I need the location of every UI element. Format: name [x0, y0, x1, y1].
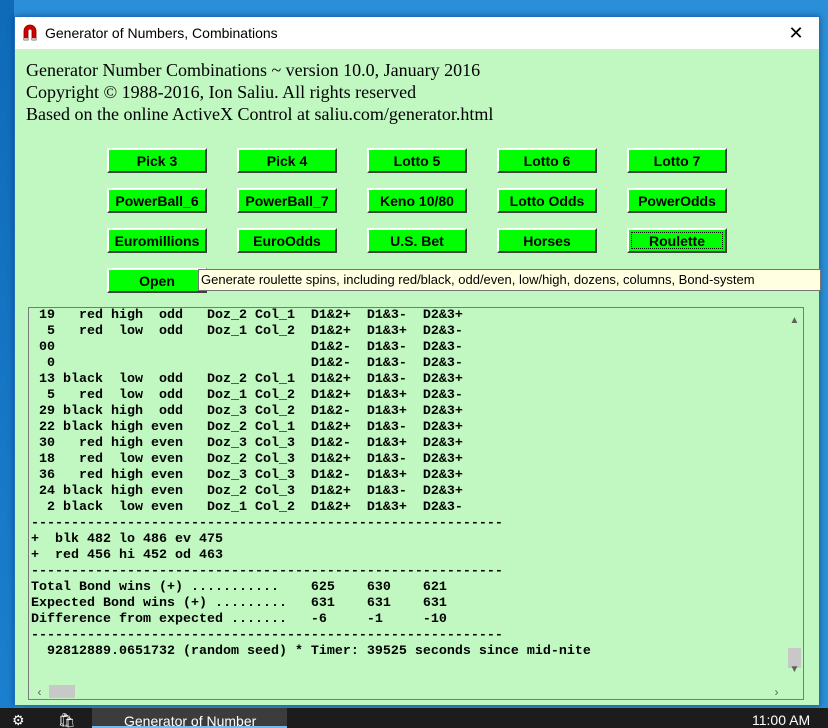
- taskbar-app-button[interactable]: Generator of Number: [92, 708, 287, 728]
- output-line: 22 black high even Doz_2 Col_1 D1&2+ D1&…: [31, 420, 463, 435]
- title-bar[interactable]: Generator of Numbers, Combinations ✕: [15, 17, 819, 49]
- scroll-up-icon[interactable]: ▲: [786, 312, 803, 329]
- output-line: Total Bond wins (+) ........... 625 630 …: [31, 580, 447, 595]
- vertical-scrollbar[interactable]: ▲ ▼: [786, 308, 803, 682]
- horses-button[interactable]: Horses: [497, 228, 597, 253]
- pick3-button[interactable]: Pick 3: [107, 148, 207, 173]
- open-button[interactable]: Open: [107, 268, 207, 293]
- output-line: 5 red low odd Doz_1 Col_2 D1&2+ D1&3+ D2…: [31, 324, 463, 339]
- scroll-right-icon[interactable]: ›: [768, 683, 785, 699]
- output-line: ----------------------------------------…: [31, 516, 503, 531]
- output-line: Expected Bond wins (+) ......... 631 631…: [31, 596, 447, 611]
- scroll-left-icon[interactable]: ‹: [31, 683, 48, 699]
- taskbar-app-label: Generator of Number: [124, 713, 257, 728]
- euro-odds-button[interactable]: EuroOdds: [237, 228, 337, 253]
- header-line-version: Generator Number Combinations ~ version …: [26, 60, 481, 80]
- gear-icon[interactable]: ⚙: [12, 712, 28, 728]
- horizontal-scroll-thumb[interactable]: [49, 685, 75, 698]
- output-line: 2 black low even Doz_1 Col_2 D1&2+ D1&3+…: [31, 500, 463, 515]
- desktop-background: [0, 0, 14, 728]
- output-line: 36 red high even Doz_3 Col_3 D1&2- D1&3+…: [31, 468, 463, 483]
- taskbar-clock: 11:00 AM: [752, 712, 811, 728]
- header-line-copyright: Copyright © 1988-2016, Ion Saliu. All ri…: [26, 82, 417, 102]
- output-line: + blk 482 lo 486 ev 475: [31, 532, 223, 547]
- lotto5-button[interactable]: Lotto 5: [367, 148, 467, 173]
- powerball6-button[interactable]: PowerBall_6: [107, 188, 207, 213]
- scroll-down-icon[interactable]: ▼: [786, 661, 803, 678]
- output-line: 19 red high odd Doz_2 Col_1 D1&2+ D1&3- …: [31, 308, 463, 323]
- lotto7-button[interactable]: Lotto 7: [627, 148, 727, 173]
- roulette-tooltip: Generate roulette spins, including red/b…: [198, 269, 821, 291]
- taskbar: ⚙ 🛍 Generator of Number 11:00 AM: [0, 708, 828, 728]
- output-line: 5 red low odd Doz_1 Col_2 D1&2+ D1&3+ D2…: [31, 388, 463, 403]
- output-line: 00 D1&2- D1&3- D2&3-: [31, 340, 463, 355]
- output-text: 19 red high odd Doz_2 Col_1 D1&2+ D1&3- …: [31, 308, 783, 672]
- app-window: Generator of Numbers, Combinations ✕ Gen…: [14, 16, 821, 706]
- us-bet-button[interactable]: U.S. Bet: [367, 228, 467, 253]
- output-line: + red 456 hi 452 od 463: [31, 548, 223, 563]
- store-icon[interactable]: 🛍: [58, 712, 76, 728]
- output-line: 24 black high even Doz_2 Col_3 D1&2+ D1&…: [31, 484, 463, 499]
- output-line: 30 red high even Doz_3 Col_3 D1&2- D1&3+…: [31, 436, 463, 451]
- powerball7-button[interactable]: PowerBall_7: [237, 188, 337, 213]
- output-line: ----------------------------------------…: [31, 564, 503, 579]
- header-text: Generator Number Combinations ~ version …: [26, 59, 493, 125]
- close-icon: ✕: [788, 22, 804, 43]
- lotto-odds-button[interactable]: Lotto Odds: [497, 188, 597, 213]
- output-line: 29 black high odd Doz_3 Col_2 D1&2- D1&3…: [31, 404, 463, 419]
- power-odds-button[interactable]: PowerOdds: [627, 188, 727, 213]
- output-line: ----------------------------------------…: [31, 628, 503, 643]
- pick4-button[interactable]: Pick 4: [237, 148, 337, 173]
- window-title: Generator of Numbers, Combinations: [45, 25, 278, 41]
- close-button[interactable]: ✕: [773, 17, 819, 49]
- roulette-button[interactable]: Roulette: [627, 228, 727, 253]
- output-textbox[interactable]: 19 red high odd Doz_2 Col_1 D1&2+ D1&3- …: [28, 307, 804, 700]
- app-magnet-icon: [23, 24, 37, 41]
- header-line-source: Based on the online ActiveX Control at s…: [26, 104, 494, 124]
- output-line: 0 D1&2- D1&3- D2&3-: [31, 356, 463, 371]
- horizontal-scrollbar[interactable]: ‹ ›: [29, 682, 787, 699]
- output-line: 92812889.0651732 (random seed) * Timer: …: [31, 644, 591, 659]
- lotto6-button[interactable]: Lotto 6: [497, 148, 597, 173]
- euromillions-button[interactable]: Euromillions: [107, 228, 207, 253]
- keno-button[interactable]: Keno 10/80: [367, 188, 467, 213]
- output-line: Difference from expected ....... -6 -1 -…: [31, 612, 447, 627]
- output-line: 13 black low odd Doz_2 Col_1 D1&2+ D1&3-…: [31, 372, 463, 387]
- output-line: 18 red low even Doz_2 Col_3 D1&2+ D1&3- …: [31, 452, 463, 467]
